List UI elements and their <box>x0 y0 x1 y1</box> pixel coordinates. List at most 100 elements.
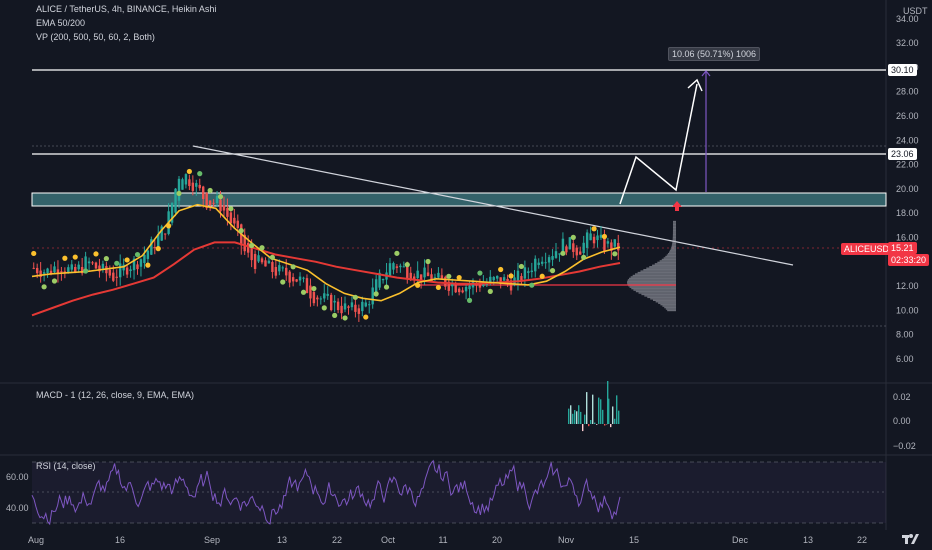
time-axis[interactable]: Aug 16 Sep 13 22 Oct 11 20 Nov 15 Dec 13 22 <box>28 535 867 545</box>
candle-body <box>399 265 402 268</box>
support-zone[interactable] <box>31 192 887 207</box>
candle-body <box>478 284 482 288</box>
ema-legend[interactable]: EMA 50/200 <box>36 18 85 28</box>
vp-bar <box>672 231 676 233</box>
signal-dot <box>249 242 255 249</box>
candle-body <box>599 234 603 238</box>
signal-dot <box>415 282 421 288</box>
rsi-tick-40: 40.00 <box>6 503 29 513</box>
tradingview-logo <box>902 531 920 545</box>
candle-body <box>540 261 544 264</box>
vp-bar <box>627 279 676 281</box>
vp-bar <box>649 266 676 268</box>
macd-bar <box>607 381 609 424</box>
candle-body <box>357 308 361 314</box>
candle-body <box>278 265 281 272</box>
candle-body <box>125 267 129 275</box>
candle-body <box>440 275 444 279</box>
vp-bar <box>659 260 676 262</box>
signal-dot <box>383 284 390 290</box>
candle-body <box>115 276 118 278</box>
price-tick: 22.00 <box>896 160 919 170</box>
candle-body <box>468 285 471 290</box>
signal-dot <box>186 168 192 175</box>
price-tick: 12.00 <box>896 281 919 291</box>
signal-dot <box>394 250 400 256</box>
signal-dot <box>300 289 307 295</box>
vp-bar <box>629 286 676 288</box>
vp-bar <box>671 245 676 248</box>
vp-bar <box>644 295 676 297</box>
candle-body <box>461 290 464 293</box>
macd-bar <box>574 410 576 424</box>
vp-bar <box>672 239 676 242</box>
price-tick: 20.00 <box>896 184 919 194</box>
candle-body <box>32 267 35 269</box>
chart-title[interactable]: ALICE / TetherUS, 4h, BINANCE, Heikin As… <box>36 4 216 14</box>
candle-body <box>312 292 316 304</box>
time-tick: 11 <box>438 535 447 545</box>
candle-body <box>288 271 291 283</box>
rsi-tick-60: 60.00 <box>6 472 29 482</box>
candle-body <box>323 293 326 299</box>
signal-dot <box>498 266 504 273</box>
macd-bar <box>600 399 602 424</box>
logo-stem <box>905 535 908 544</box>
vp-bar <box>672 222 676 224</box>
macd-legend[interactable]: MACD - 1 (12, 26, close, 9, EMA, EMA) <box>36 390 194 400</box>
chart-canvas[interactable]: 34.0032.0030.0028.0026.0024.0022.0020.00… <box>0 0 932 550</box>
candle-body <box>565 246 568 253</box>
candle-body <box>94 262 98 269</box>
signal-dot <box>176 190 182 197</box>
vp-bar <box>631 287 676 290</box>
time-tick: Oct <box>381 535 396 545</box>
vp-bar <box>641 293 676 296</box>
vp-bar <box>657 261 676 264</box>
signal-dot <box>145 262 151 268</box>
projection-path[interactable] <box>619 83 698 205</box>
target-label: 10.06 (50.71%) 1006 <box>668 47 761 61</box>
vp-bar <box>672 242 676 245</box>
vp-bar <box>666 254 676 256</box>
vp-bar <box>672 223 676 226</box>
macd-bar <box>604 424 606 426</box>
macd-bar <box>570 405 572 424</box>
candle-body <box>534 258 537 272</box>
candle-body <box>537 262 540 266</box>
signal-dot <box>332 312 338 319</box>
candle-body <box>229 212 233 224</box>
candle-body <box>208 200 212 206</box>
candle-body <box>554 251 558 258</box>
vp-bar <box>655 301 676 303</box>
candle-body <box>70 264 73 270</box>
signal-dot <box>342 315 348 321</box>
candle-body <box>174 188 177 213</box>
candle-body <box>253 253 257 269</box>
vp-bar <box>661 258 676 261</box>
candle-body <box>444 276 447 287</box>
signal-dot <box>508 273 514 279</box>
candle-body <box>91 262 94 264</box>
vp-bar <box>664 306 676 309</box>
candle-body <box>246 242 250 253</box>
price-tick: 18.00 <box>896 208 919 218</box>
macd-tick-1: 0.00 <box>893 416 911 426</box>
rsi-legend[interactable]: RSI (14, close) <box>36 461 96 471</box>
candle-body <box>319 298 323 300</box>
time-tick: 13 <box>803 535 813 545</box>
signal-dot <box>591 226 597 232</box>
candle-body <box>257 255 260 262</box>
candle-body <box>530 270 534 273</box>
vp-bar <box>672 241 676 243</box>
signal-dot <box>560 250 566 256</box>
signal-dot <box>259 245 265 251</box>
projection-arrowhead <box>687 78 703 92</box>
candle-body <box>423 267 426 278</box>
candle-body <box>395 266 399 268</box>
macd-histogram[interactable] <box>568 381 620 432</box>
vp-bar <box>627 282 676 284</box>
vp-bar <box>630 276 676 278</box>
vp-legend[interactable]: VP (200, 500, 50, 60, 2, Both) <box>36 32 155 42</box>
vp-bar <box>632 274 676 277</box>
candle-body <box>551 256 554 260</box>
